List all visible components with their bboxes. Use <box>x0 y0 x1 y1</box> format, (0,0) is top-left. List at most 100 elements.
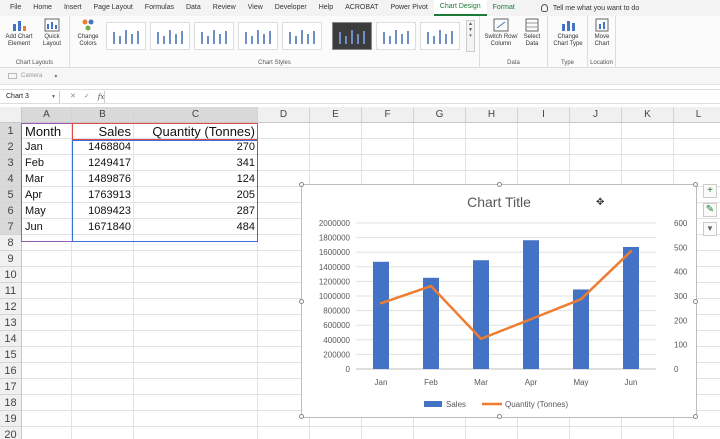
row-header-11[interactable]: 11 <box>0 283 22 299</box>
x-tick-label: Feb <box>424 378 438 387</box>
resize-handle-left[interactable] <box>299 299 304 304</box>
legend-sales-swatch <box>424 401 442 407</box>
column-header-d[interactable]: D <box>258 107 310 123</box>
chart-plot: 0 200000 400000 600000 800000 1000000 1200000 1… <box>319 219 688 409</box>
row-header-3[interactable]: 3 <box>0 155 22 171</box>
column-header-e[interactable]: E <box>310 107 362 123</box>
legend-quantity-label: Quantity (Tonnes) <box>505 400 568 409</box>
lightbulb-icon <box>540 4 548 12</box>
tab-help[interactable]: Help <box>313 0 339 16</box>
quick-access-toolbar: Camera ▾ <box>0 68 720 85</box>
column-header-a[interactable]: A <box>22 107 72 123</box>
tab-insert[interactable]: Insert <box>58 0 88 16</box>
tab-data[interactable]: Data <box>180 0 207 16</box>
y2-tick-label: 400 <box>674 268 688 277</box>
camera-button[interactable]: Camera <box>21 73 42 79</box>
y2-tick-label: 300 <box>674 292 688 301</box>
column-header-j[interactable]: J <box>570 107 622 123</box>
row-header-17[interactable]: 17 <box>0 379 22 395</box>
tab-power-pivot[interactable]: Power Pivot <box>384 0 433 16</box>
tab-acrobat[interactable]: ACROBAT <box>339 0 384 16</box>
column-header-b[interactable]: B <box>72 107 134 123</box>
tab-view[interactable]: View <box>242 0 269 16</box>
change-chart-type-button[interactable]: Change Chart Type <box>551 18 585 48</box>
row-header-15[interactable]: 15 <box>0 347 22 363</box>
y-tick-label: 800000 <box>323 307 350 316</box>
tab-page-layout[interactable]: Page Layout <box>87 0 138 16</box>
type-group: Change Chart Type Type <box>548 16 588 68</box>
tell-me-search[interactable]: Tell me what you want to do <box>540 4 639 12</box>
select-all-corner[interactable] <box>0 107 22 123</box>
row-header-20[interactable]: 20 <box>0 427 22 439</box>
tab-formulas[interactable]: Formulas <box>139 0 180 16</box>
column-header-l[interactable]: L <box>674 107 720 123</box>
chart-style-3[interactable] <box>194 22 234 50</box>
column-header-c[interactable]: C <box>134 107 258 123</box>
chart-filters-button[interactable]: ▼ <box>703 222 717 236</box>
tab-file[interactable]: File <box>4 0 27 16</box>
chart-style-2[interactable] <box>150 22 190 50</box>
tab-chart-design[interactable]: Chart Design <box>433 0 487 16</box>
tab-developer[interactable]: Developer <box>269 0 313 16</box>
resize-handle-top-right[interactable] <box>693 182 698 187</box>
change-chart-type-icon <box>562 21 575 31</box>
chart-styles-brush-button[interactable]: ✎ <box>703 203 717 217</box>
data-group: Switch Row/ Column Select Data Data <box>480 16 548 68</box>
resize-handle-right[interactable] <box>693 299 698 304</box>
column-header-i[interactable]: I <box>518 107 570 123</box>
row-header-10[interactable]: 10 <box>0 267 22 283</box>
row-header-7[interactable]: 7 <box>0 219 22 235</box>
column-header-g[interactable]: G <box>414 107 466 123</box>
row-header-9[interactable]: 9 <box>0 251 22 267</box>
row-header-6[interactable]: 6 <box>0 203 22 219</box>
row-header-18[interactable]: 18 <box>0 395 22 411</box>
select-data-button[interactable]: Select Data <box>520 18 544 48</box>
name-box-value: Chart 3 <box>6 93 29 100</box>
switch-row-column-label: Switch Row/ Column <box>484 34 518 47</box>
tab-format[interactable]: Format <box>487 0 521 16</box>
row-header-14[interactable]: 14 <box>0 331 22 347</box>
customize-qat-icon[interactable]: ▾ <box>54 73 57 80</box>
chart-style-8[interactable] <box>420 22 460 50</box>
change-colors-button[interactable]: Change Colors <box>74 18 102 48</box>
row-header-16[interactable]: 16 <box>0 363 22 379</box>
resize-handle-bottom-left[interactable] <box>299 414 304 419</box>
resize-handle-bottom-right[interactable] <box>693 414 698 419</box>
row-header-12[interactable]: 12 <box>0 299 22 315</box>
quantity-point <box>429 284 433 288</box>
name-box[interactable]: Chart 3 ▼ <box>4 91 60 103</box>
row-header-1[interactable]: 1 <box>0 123 22 139</box>
resize-handle-bottom[interactable] <box>497 414 502 419</box>
tab-home[interactable]: Home <box>27 0 58 16</box>
chart-style-5[interactable] <box>282 22 322 50</box>
row-header-8[interactable]: 8 <box>0 235 22 251</box>
name-box-dropdown-icon[interactable]: ▼ <box>51 91 56 103</box>
chart-elements-button[interactable]: + <box>703 184 717 198</box>
switch-row-column-button[interactable]: Switch Row/ Column <box>483 18 519 48</box>
chart-style-4[interactable] <box>238 22 278 50</box>
column-header-f[interactable]: F <box>362 107 414 123</box>
formula-bar: Chart 3 ▼ ✕ ✓ fx <box>0 89 720 104</box>
chart-style-1[interactable] <box>106 22 146 50</box>
tab-review[interactable]: Review <box>207 0 242 16</box>
column-header-k[interactable]: K <box>622 107 674 123</box>
quick-layout-button[interactable]: Quick Layout <box>38 18 66 48</box>
sales-bar <box>623 246 639 369</box>
add-chart-element-button[interactable]: Add Chart Element <box>4 18 34 48</box>
chart-style-6[interactable] <box>332 22 372 50</box>
cancel-icon[interactable]: ✕ <box>70 91 76 103</box>
row-header-19[interactable]: 19 <box>0 411 22 427</box>
chart-style-7[interactable] <box>376 22 416 50</box>
move-chart-button[interactable]: Move Chart <box>590 18 614 48</box>
gallery-scroll-button[interactable]: ▲ ▼ ▾ <box>466 20 475 52</box>
formula-input[interactable] <box>104 91 718 103</box>
row-header-4[interactable]: 4 <box>0 171 22 187</box>
resize-handle-top-left[interactable] <box>299 182 304 187</box>
row-header-13[interactable]: 13 <box>0 315 22 331</box>
combo-chart[interactable]: Chart Title ✥ 0 200000 400000 600000 800000 1… <box>299 182 698 419</box>
enter-icon[interactable]: ✓ <box>84 91 90 103</box>
column-header-h[interactable]: H <box>466 107 518 123</box>
row-header-5[interactable]: 5 <box>0 187 22 203</box>
resize-handle-top[interactable] <box>497 182 502 187</box>
row-header-2[interactable]: 2 <box>0 139 22 155</box>
